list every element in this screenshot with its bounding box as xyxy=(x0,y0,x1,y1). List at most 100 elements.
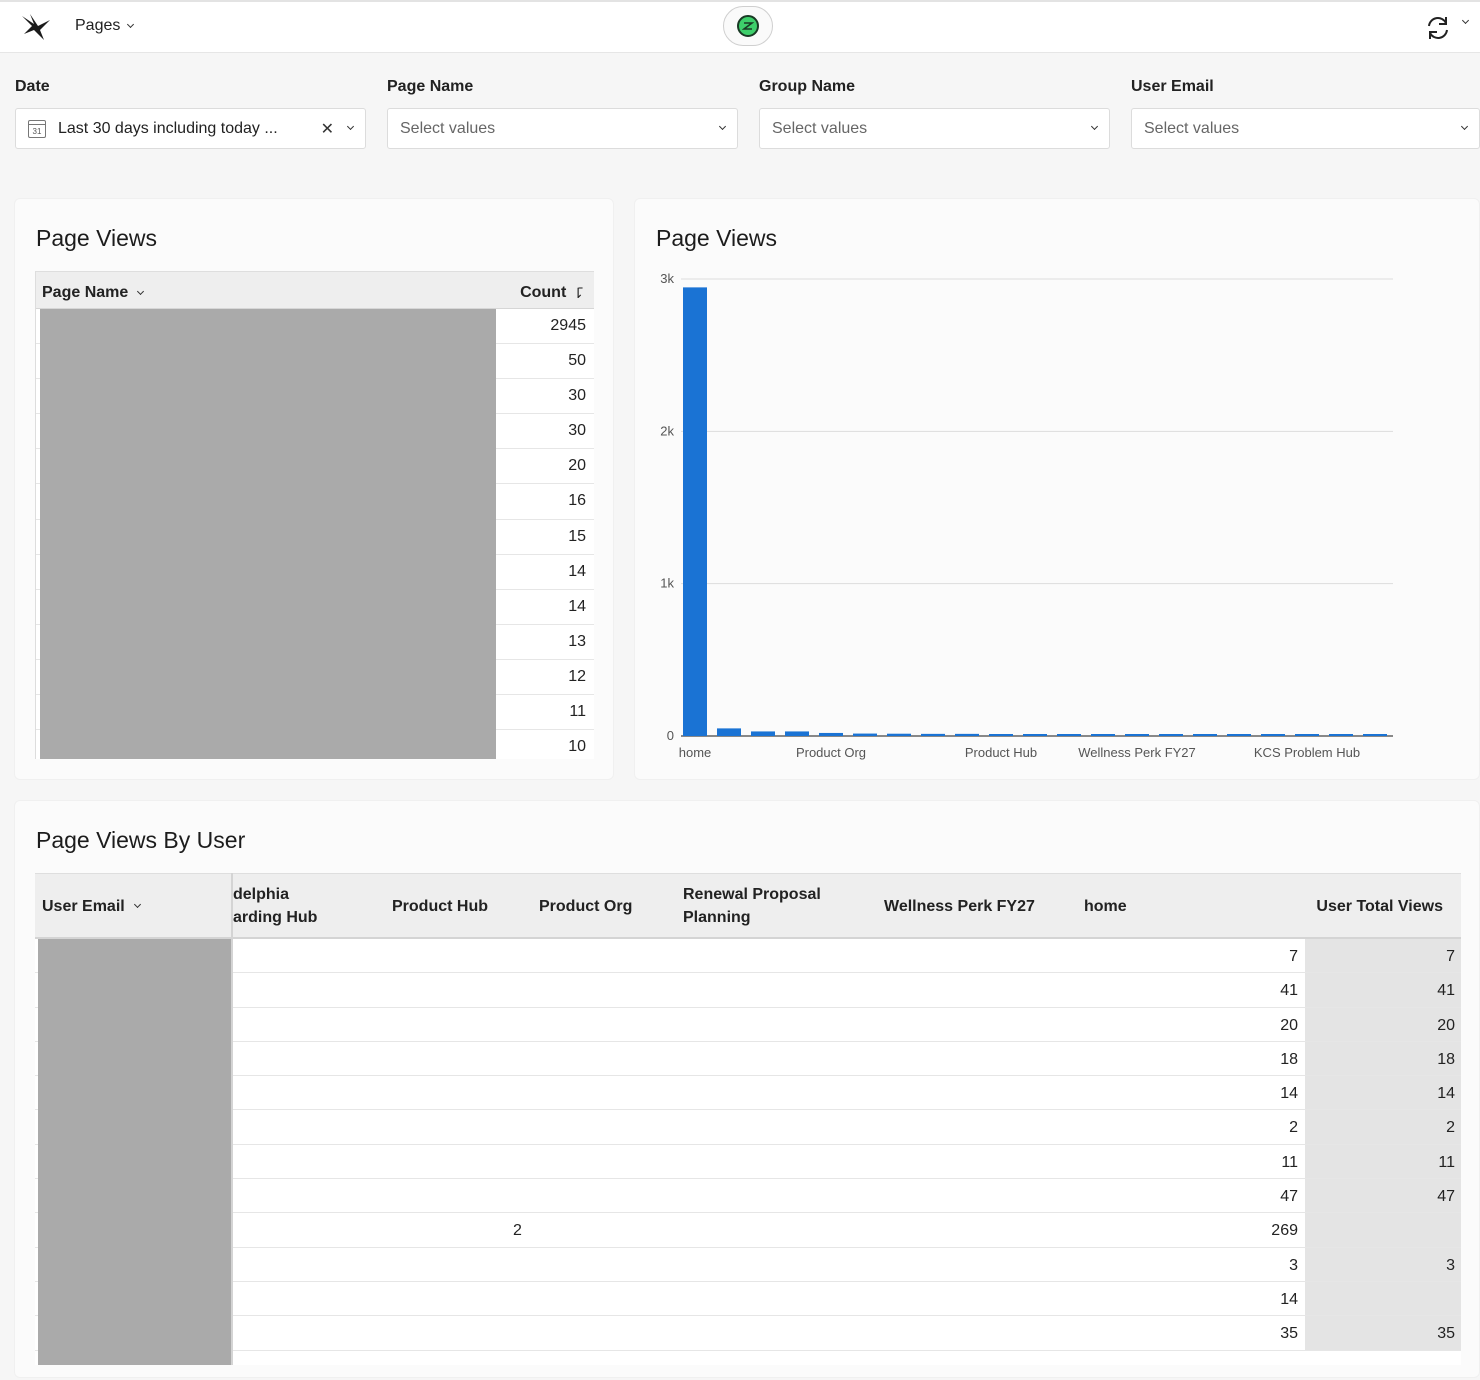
count-cell: 14 xyxy=(568,562,586,580)
chevron-down-icon xyxy=(718,122,727,131)
table-row[interactable]: 14 14 xyxy=(35,1076,1461,1111)
user-total-cell: 2 xyxy=(1305,1110,1461,1144)
page-views-table: Page Name Count ⇂̄ 2945 50 30 30 20 16 15 14 14 1… xyxy=(35,271,594,759)
home-cell: 47 xyxy=(1280,1188,1298,1206)
user-total-cell xyxy=(1305,1281,1461,1316)
bar xyxy=(1227,734,1251,736)
chevron-down-icon xyxy=(133,900,141,909)
page-views-bar-chart: 0 1k 2k 3k home Product Org Product Hub Wellnes… xyxy=(660,271,1393,760)
user-total-value: 47 xyxy=(1437,1188,1455,1206)
bar xyxy=(1091,734,1115,736)
bar xyxy=(989,734,1013,736)
table-row[interactable]: 35 35 xyxy=(35,1316,1461,1351)
home-cell: 2 xyxy=(1289,1119,1298,1137)
card-title: Page Views By User xyxy=(36,827,246,853)
home-cell: 35 xyxy=(1280,1325,1298,1343)
column-header[interactable]: Renewal Proposal Planning xyxy=(683,883,821,929)
home-cell: 7 xyxy=(1289,948,1298,965)
table-row[interactable]: 2 269 xyxy=(35,1213,1461,1248)
x-tick-label: Wellness Perk FY27 xyxy=(1078,745,1196,760)
user-email-select[interactable]: Select values xyxy=(1131,108,1480,149)
pages-menu-label: Pages xyxy=(75,17,121,34)
bar xyxy=(1023,734,1047,736)
count-cell: 20 xyxy=(568,457,586,475)
count-cell: 12 xyxy=(568,667,586,685)
refresh-icon[interactable] xyxy=(1424,14,1452,42)
column-label: Page Name xyxy=(42,284,129,301)
page-name-select[interactable]: Select values xyxy=(387,108,738,149)
column-header[interactable]: Wellness Perk FY27 xyxy=(884,895,1035,918)
table-row[interactable]: 11 11 xyxy=(35,1144,1461,1180)
bar xyxy=(1261,734,1285,736)
count-cell: 50 xyxy=(568,352,586,370)
chevron-down-icon xyxy=(1090,122,1099,131)
table-row[interactable]: 33 xyxy=(35,1247,1461,1282)
column-header[interactable]: User Total Views xyxy=(1316,895,1443,918)
user-email-filter: User Email Select values xyxy=(1131,78,1480,149)
column-header[interactable]: home xyxy=(1084,895,1127,918)
page-views-by-user-card: Page Views By User User Email delphia ar… xyxy=(14,800,1480,1378)
column-header[interactable]: delphia arding Hub xyxy=(233,883,317,929)
user-total-cell: 47 xyxy=(1305,1179,1461,1213)
home-cell: 3 xyxy=(1289,1256,1298,1274)
user-total-cell xyxy=(1305,1213,1461,1247)
home-cell: 14 xyxy=(1280,1290,1298,1308)
page-name-column-header[interactable]: Page Name xyxy=(42,284,145,302)
count-cell: 13 xyxy=(568,632,586,650)
table-row[interactable]: 14 xyxy=(35,1281,1461,1317)
user-total-value: 14 xyxy=(1437,1085,1455,1103)
table-row[interactable]: 20 20 xyxy=(35,1007,1461,1042)
date-filter-label: Date xyxy=(15,78,50,95)
bar xyxy=(1159,734,1183,736)
group-name-select[interactable]: Select values xyxy=(759,108,1110,149)
column-label: Count xyxy=(520,284,567,301)
date-filter: Date 31 Last 30 days including today ...… xyxy=(15,78,366,149)
x-tick-label: Product Org xyxy=(796,745,866,760)
count-cell: 15 xyxy=(568,527,586,545)
page-views-chart-card: Page Views 0 1k 2k 3k home Product Org Product… xyxy=(634,198,1480,780)
x-tick-label: Product Hub xyxy=(965,745,1037,760)
table-row[interactable]: 47 47 xyxy=(35,1179,1461,1214)
refresh-options-chevron-icon[interactable] xyxy=(1461,16,1470,25)
home-cell: 20 xyxy=(1280,1016,1298,1034)
user-total-value: 2 xyxy=(1446,1119,1455,1137)
group-name-filter-label: Group Name xyxy=(759,78,856,95)
center-app-button[interactable] xyxy=(723,6,773,46)
home-cell: 14 xyxy=(1280,1085,1298,1103)
user-total-value: 7 xyxy=(1446,948,1455,965)
sort-descending-icon[interactable]: ⇂̄ xyxy=(572,285,584,302)
home-cell: 41 xyxy=(1280,982,1298,1000)
user-total-value: 18 xyxy=(1437,1050,1455,1068)
count-column-header[interactable]: Count ⇂̄ xyxy=(520,284,584,302)
chevron-down-icon xyxy=(1460,122,1469,131)
home-cell: 269 xyxy=(1271,1222,1298,1240)
table-row[interactable]: 22 xyxy=(35,1110,1461,1145)
chevron-down-icon xyxy=(137,287,145,295)
group-name-filter: Group Name Select values xyxy=(759,78,1110,149)
page-name-filter: Page Name Select values xyxy=(387,78,738,149)
card-title: Page Views xyxy=(36,225,158,251)
bar xyxy=(887,733,911,736)
date-select-value: Last 30 days including today ... xyxy=(58,119,278,137)
user-email-column-header[interactable]: User Email xyxy=(42,895,141,918)
table-header: User Email delphia arding Hub Product Hu… xyxy=(35,873,1461,939)
table-row[interactable]: 18 18 xyxy=(35,1041,1461,1077)
user-total-cell: 7 xyxy=(1305,939,1461,973)
column-header[interactable]: Product Hub xyxy=(392,895,488,918)
user-email-filter-label: User Email xyxy=(1131,78,1214,95)
user-total-cell: 41 xyxy=(1305,973,1461,1007)
user-total-value: 20 xyxy=(1437,1016,1455,1034)
y-tick-label: 0 xyxy=(667,728,674,743)
table-row[interactable]: 77 xyxy=(35,939,1461,974)
bird-logo-icon[interactable] xyxy=(20,12,52,42)
chevron-down-icon[interactable] xyxy=(346,122,355,131)
table-row[interactable]: 41 41 xyxy=(35,973,1461,1008)
column-header[interactable]: Product Org xyxy=(539,895,632,918)
bar xyxy=(819,732,843,736)
bar xyxy=(955,733,979,736)
pages-menu[interactable]: Pages xyxy=(75,17,135,35)
date-select[interactable]: 31 Last 30 days including today ... ✕ xyxy=(15,108,366,149)
frozen-column-divider[interactable] xyxy=(231,873,233,1365)
clear-icon[interactable]: ✕ xyxy=(321,119,334,139)
group-name-placeholder: Select values xyxy=(772,119,868,137)
